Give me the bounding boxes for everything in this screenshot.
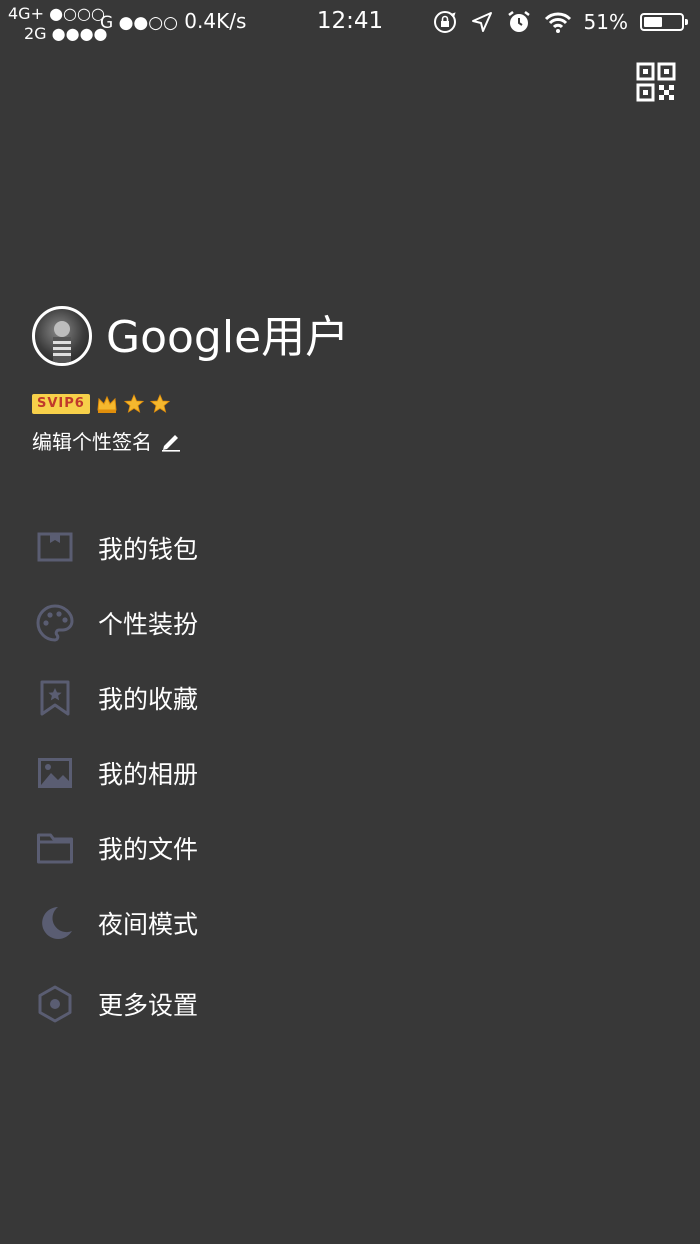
status-bar: 4G+ ●○○○ 2G ●●●● G ●●○○ 0.4K/s 12:41 51% [0, 0, 700, 46]
menu-item-night-mode[interactable]: 夜间模式 [0, 887, 700, 959]
username[interactable]: Google用户 [106, 310, 349, 366]
image-icon [38, 758, 72, 788]
menu-item-label: 我的钱包 [98, 535, 199, 564]
menu-item-album[interactable]: 我的相册 [0, 737, 700, 809]
menu-item-label: 更多设置 [98, 991, 199, 1020]
battery-percent: 51% [583, 10, 628, 34]
menu-item-favorites[interactable]: 我的收藏 [0, 662, 700, 734]
status-icons: 51% [432, 8, 688, 36]
palette-icon [36, 604, 74, 642]
edit-signature[interactable]: 编辑个性签名 [32, 426, 182, 455]
bookmark-icon [40, 680, 70, 716]
wallet-icon [37, 532, 73, 562]
wifi-icon [544, 12, 571, 33]
battery-icon [640, 13, 688, 31]
moon-icon [42, 907, 72, 939]
menu-item-wallet[interactable]: 我的钱包 [0, 512, 700, 584]
alarm-icon [507, 11, 530, 32]
pencil-icon [162, 434, 180, 452]
badge-row: SVIP6 [32, 394, 170, 414]
folder-icon [37, 833, 73, 864]
menu-item-label: 夜间模式 [98, 910, 199, 939]
star-icon [149, 394, 170, 413]
menu-item-label: 个性装扮 [98, 610, 199, 639]
menu-item-theme[interactable]: 个性装扮 [0, 587, 700, 659]
settings-icon [38, 985, 72, 1023]
qr-code-icon[interactable] [636, 62, 676, 102]
signature-label: 编辑个性签名 [32, 430, 152, 454]
rotation-lock-icon [433, 11, 456, 33]
battery-fill [644, 17, 662, 27]
menu-item-settings[interactable]: 更多设置 [0, 968, 700, 1040]
location-icon [471, 12, 492, 32]
menu-item-label: 我的文件 [98, 835, 199, 864]
avatar[interactable] [32, 306, 92, 366]
menu-item-label: 我的相册 [98, 760, 199, 789]
menu-item-files[interactable]: 我的文件 [0, 812, 700, 884]
avatar-image [53, 321, 71, 363]
menu-item-label: 我的收藏 [98, 685, 199, 714]
crown-icon [97, 395, 117, 413]
vip-badge[interactable]: SVIP6 [32, 394, 90, 414]
star-icon [123, 394, 144, 413]
